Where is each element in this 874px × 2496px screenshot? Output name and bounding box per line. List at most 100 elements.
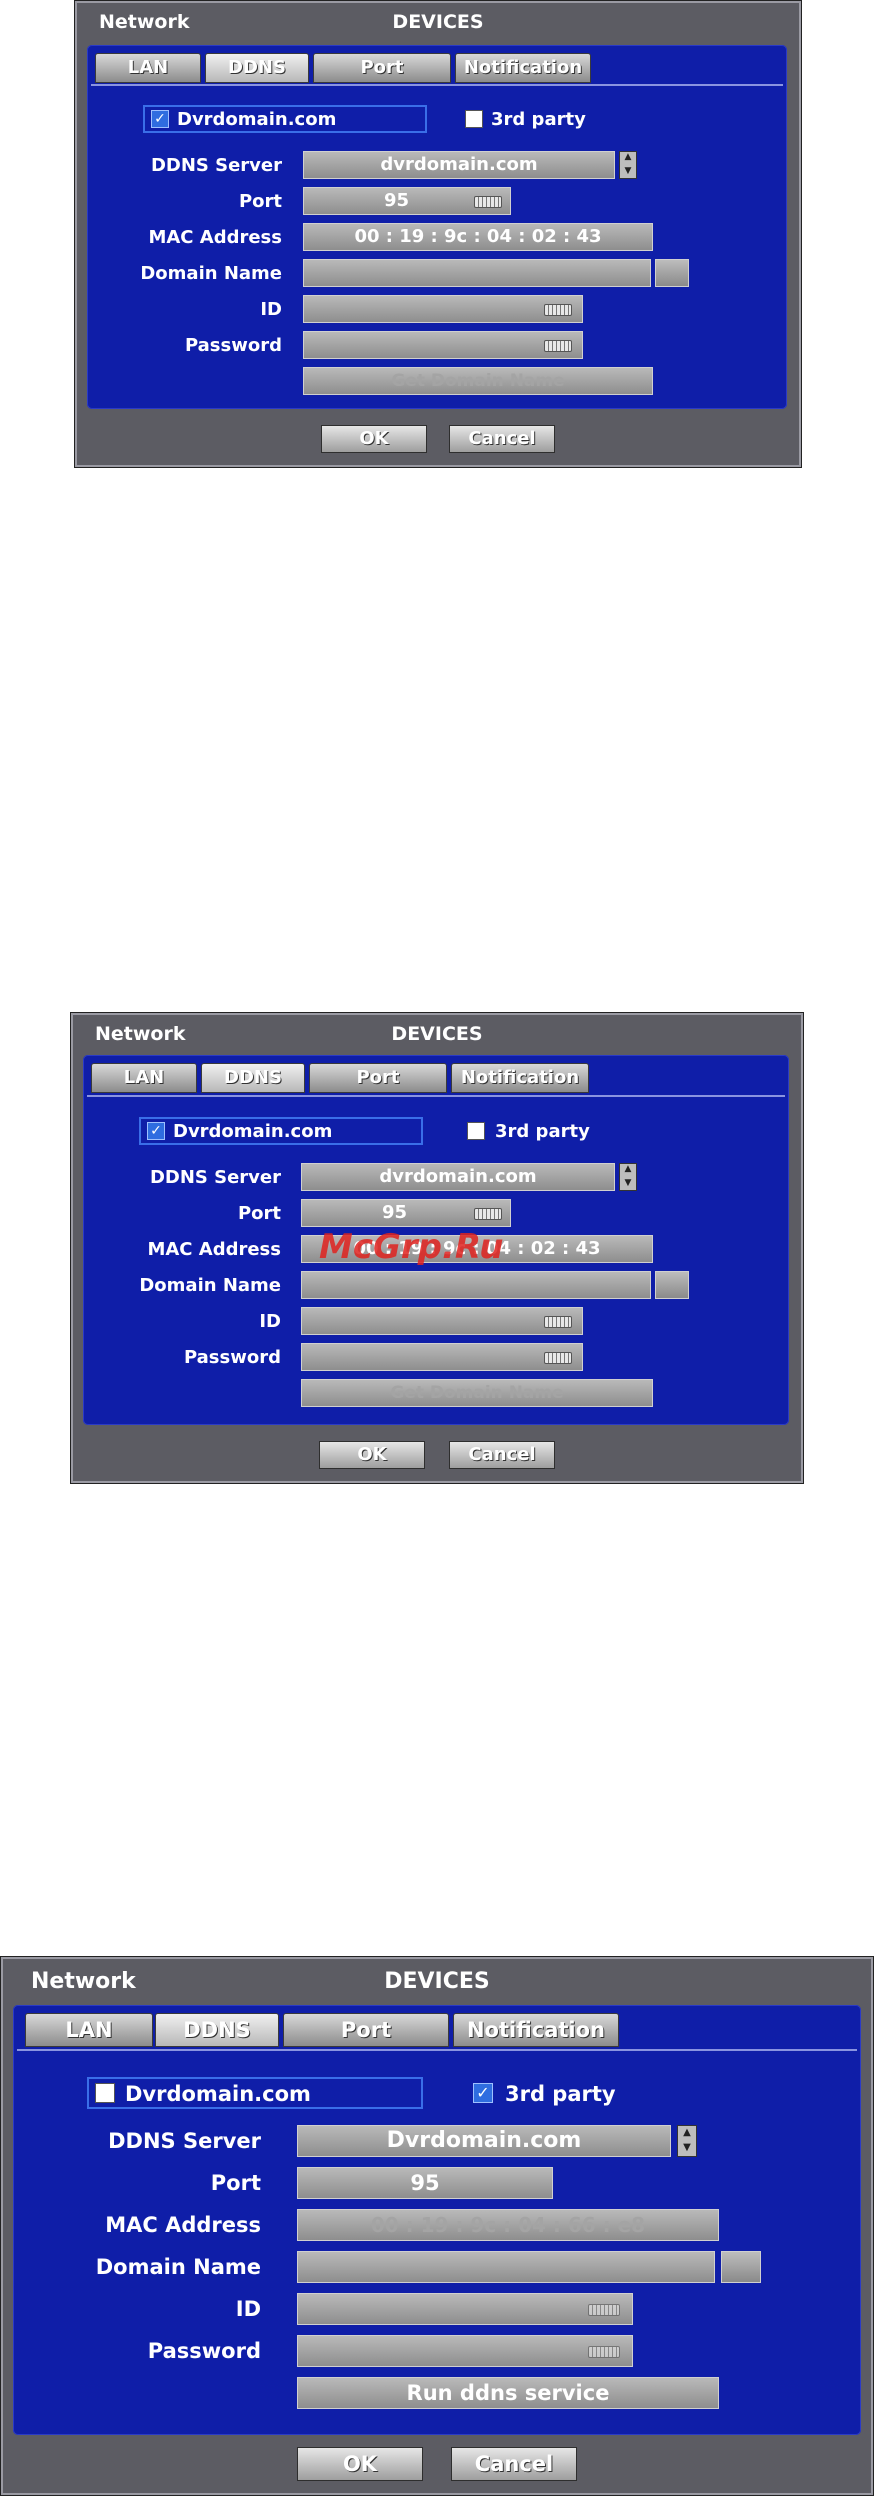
spinner-up-icon: ▲	[683, 2127, 691, 2138]
ddns-dialog-1: Network DEVICES LAN DDNS Port Notificati…	[74, 0, 802, 468]
third-party-checkbox[interactable]	[467, 1122, 485, 1140]
port-label: Port	[210, 2171, 261, 2195]
watermark: McGrp.Ru	[319, 1227, 504, 1267]
domain-name-field[interactable]	[303, 259, 651, 287]
check-icon: ✓	[476, 2083, 490, 2102]
port-field[interactable]: 95	[301, 1199, 511, 1227]
ddns-server-spinner[interactable]: ▲ ▼	[677, 2125, 697, 2157]
keyboard-icon	[544, 1316, 572, 1328]
cancel-button[interactable]: Cancel	[449, 425, 555, 453]
mac-address-label: MAC Address	[148, 227, 282, 248]
spinner-down-icon: ▼	[683, 2142, 691, 2153]
tab-port[interactable]: Port	[309, 1063, 447, 1093]
id-field[interactable]	[297, 2293, 633, 2325]
tab-ddns[interactable]: DDNS	[155, 2013, 279, 2047]
check-icon: ✓	[150, 1123, 162, 1139]
keyboard-icon	[544, 304, 572, 316]
ddns-server-field[interactable]: dvrdomain.com	[301, 1163, 615, 1191]
tab-ddns[interactable]: DDNS	[201, 1063, 305, 1093]
dvrdomain-checkbox[interactable]: ✓	[151, 110, 169, 128]
tab-notification[interactable]: Notification	[451, 1063, 589, 1093]
domain-name-label: Domain Name	[139, 1275, 281, 1296]
ddns-server-field[interactable]: dvrdomain.com	[303, 151, 615, 179]
domain-name-field[interactable]	[301, 1271, 651, 1299]
dialog-title-network: Network	[31, 1969, 136, 1994]
ddns-server-label: DDNS Server	[149, 1167, 281, 1188]
third-party-label: 3rd party	[491, 109, 586, 130]
ddns-dialog-3: Network DEVICES LAN DDNS Port Notificati…	[0, 1956, 874, 2496]
password-field[interactable]	[303, 331, 583, 359]
ellipsis-button-icon[interactable]	[655, 259, 689, 287]
port-value: 95	[382, 1202, 408, 1223]
tab-notification[interactable]: Notification	[453, 2013, 619, 2047]
ddns-settings-panel: LAN DDNS Port Notification Dvrdomain.com…	[13, 2005, 861, 2435]
tab-port[interactable]: Port	[283, 2013, 449, 2047]
id-field[interactable]	[301, 1307, 583, 1335]
port-field[interactable]: 95	[303, 187, 511, 215]
dialog-title-devices: DEVICES	[384, 1969, 490, 1994]
ddns-server-label: DDNS Server	[108, 2129, 261, 2153]
ddns-server-spinner[interactable]: ▲ ▼	[619, 1163, 637, 1191]
tab-notification[interactable]: Notification	[455, 53, 591, 83]
tab-separator	[91, 84, 783, 86]
ok-button[interactable]: OK	[321, 425, 427, 453]
cancel-button[interactable]: Cancel	[449, 1441, 555, 1469]
tab-lan[interactable]: LAN	[25, 2013, 153, 2047]
run-ddns-service-button[interactable]: Run ddns service	[297, 2377, 719, 2409]
port-label: Port	[237, 1203, 281, 1224]
id-label: ID	[235, 2297, 261, 2321]
third-party-label: 3rd party	[505, 2082, 616, 2106]
third-party-checkbox[interactable]	[465, 110, 483, 128]
port-label: Port	[238, 191, 282, 212]
dvrdomain-label: Dvrdomain.com	[125, 2082, 311, 2106]
port-field[interactable]: 95	[297, 2167, 553, 2199]
spinner-down-icon: ▼	[624, 1178, 632, 1188]
port-value: 95	[384, 190, 410, 211]
ellipsis-button-icon[interactable]	[655, 1271, 689, 1299]
dvrdomain-label: Dvrdomain.com	[173, 1121, 333, 1142]
ddns-server-spinner[interactable]: ▲ ▼	[619, 151, 637, 179]
domain-name-label: Domain Name	[140, 263, 282, 284]
mac-address-field: 00 : 19 : 9c : 04 : 66 : e8	[297, 2209, 719, 2241]
third-party-label: 3rd party	[495, 1121, 590, 1142]
tab-port[interactable]: Port	[313, 53, 451, 83]
password-label: Password	[147, 2339, 261, 2363]
dvrdomain-checkbox[interactable]	[95, 2083, 115, 2103]
spinner-down-icon: ▼	[624, 166, 632, 176]
spinner-up-icon: ▲	[624, 152, 632, 162]
mac-address-label: MAC Address	[147, 1239, 281, 1260]
id-field[interactable]	[303, 295, 583, 323]
keyboard-icon	[474, 1208, 502, 1220]
keyboard-icon	[474, 196, 502, 208]
get-domain-name-button[interactable]: Get Domain Name	[303, 367, 653, 395]
ok-button[interactable]: OK	[297, 2447, 423, 2481]
tab-lan[interactable]: LAN	[95, 53, 201, 83]
third-party-checkbox[interactable]: ✓	[473, 2083, 493, 2103]
tab-separator	[17, 2049, 857, 2051]
ok-button[interactable]: OK	[319, 1441, 425, 1469]
tab-lan[interactable]: LAN	[91, 1063, 197, 1093]
mac-address-label: MAC Address	[105, 2213, 261, 2237]
password-label: Password	[183, 1347, 281, 1368]
dialog-title-devices: DEVICES	[392, 11, 484, 33]
keyboard-icon	[544, 1352, 572, 1364]
cancel-button[interactable]: Cancel	[451, 2447, 577, 2481]
dvrdomain-checkbox[interactable]: ✓	[147, 1122, 165, 1140]
ddns-settings-panel: LAN DDNS Port Notification ✓ Dvrdomain.c…	[83, 1055, 789, 1425]
ddns-server-field[interactable]: Dvrdomain.com	[297, 2125, 671, 2157]
domain-name-field[interactable]	[297, 2251, 715, 2283]
password-field[interactable]	[301, 1343, 583, 1371]
id-label: ID	[260, 299, 282, 320]
dialog-title-network: Network	[95, 1023, 186, 1045]
ellipsis-button-icon[interactable]	[721, 2251, 761, 2283]
dialog-title-network: Network	[99, 11, 190, 33]
ddns-settings-panel: LAN DDNS Port Notification ✓ Dvrdomain.c…	[87, 45, 787, 409]
keyboard-icon	[588, 2346, 620, 2358]
get-domain-name-button[interactable]: Get Domain Name	[301, 1379, 653, 1407]
id-label: ID	[259, 1311, 281, 1332]
ddns-server-label: DDNS Server	[150, 155, 282, 176]
password-field[interactable]	[297, 2335, 633, 2367]
spinner-up-icon: ▲	[624, 1164, 632, 1174]
tab-ddns[interactable]: DDNS	[205, 53, 309, 83]
password-label: Password	[184, 335, 282, 356]
